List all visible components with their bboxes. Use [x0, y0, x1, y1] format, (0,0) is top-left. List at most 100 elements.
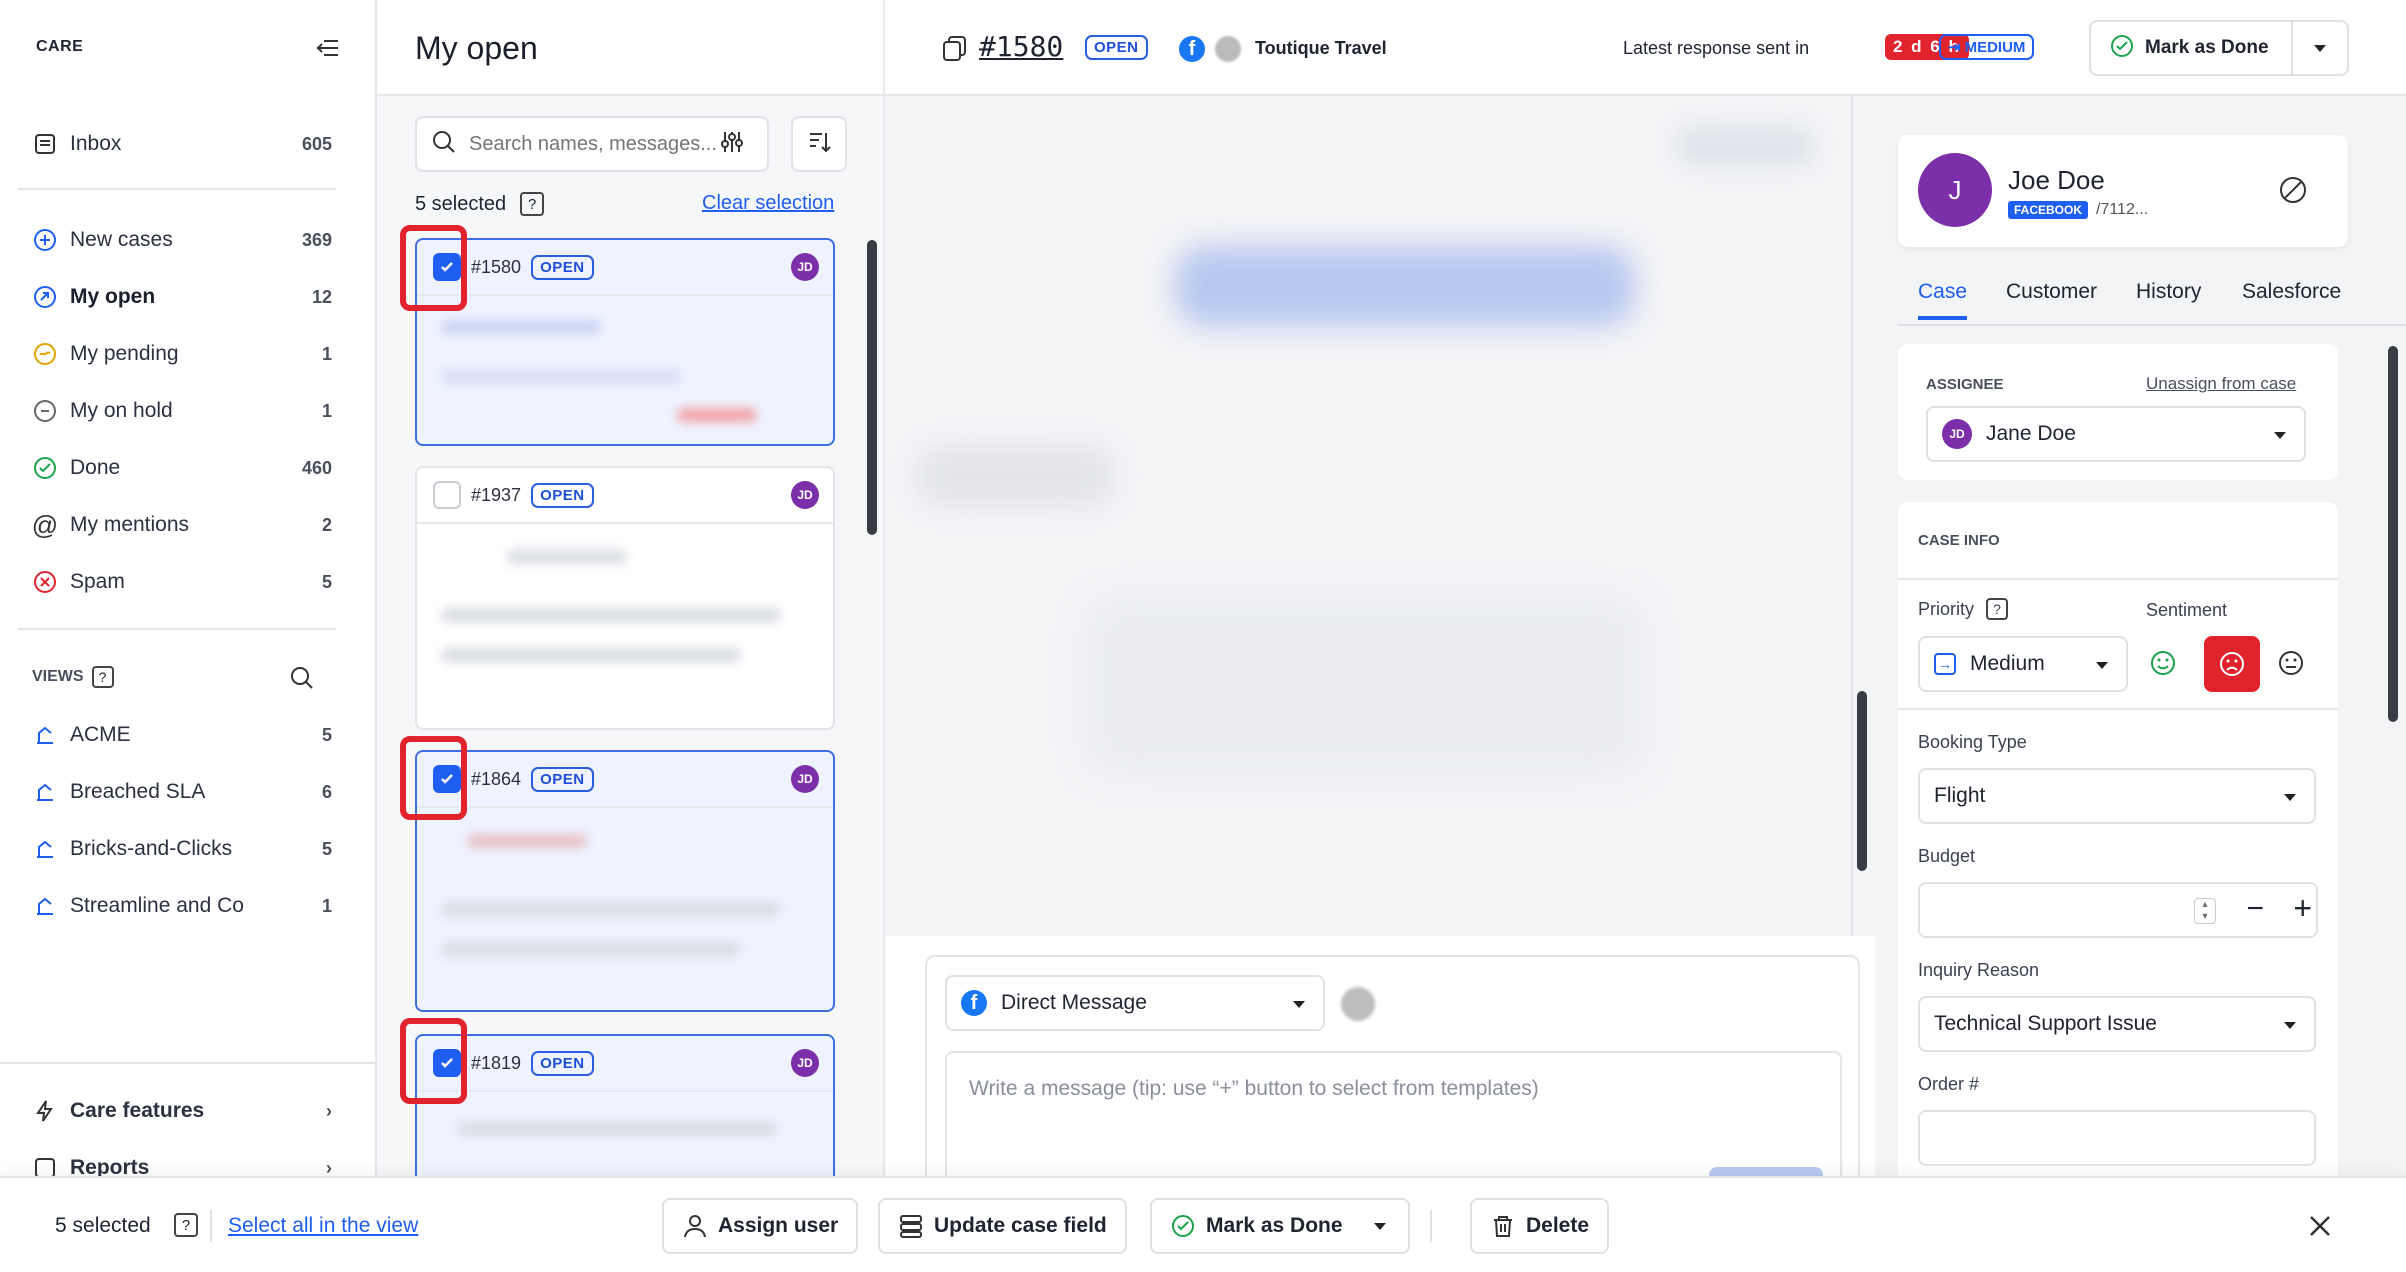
status-badge: OPEN: [531, 482, 594, 508]
view-item-bricks-and-clicks[interactable]: Bricks-and-Clicks 5: [32, 829, 332, 869]
update-case-field-button[interactable]: Update case field: [878, 1198, 1127, 1254]
help-icon[interactable]: ?: [174, 1213, 198, 1237]
sidebar-item-my-mentions[interactable]: @ My mentions 2: [32, 505, 332, 545]
arrow-right-icon: →: [1934, 653, 1956, 675]
user-icon: [682, 1213, 708, 1239]
assign-user-button[interactable]: Assign user: [662, 1198, 859, 1254]
spinner-icon[interactable]: ▴ ▾: [2194, 898, 2216, 924]
pending-icon: [32, 341, 58, 367]
negative-sentiment-button[interactable]: [2204, 636, 2260, 692]
tab-case[interactable]: Case: [1918, 280, 1968, 320]
priority-select[interactable]: → Medium: [1918, 636, 2128, 692]
bulk-mark-done-dropdown[interactable]: [1352, 1198, 1410, 1254]
mark-done-dropdown[interactable]: [2293, 44, 2347, 52]
contact-card: J Joe Doe FACEBOOK /7112...: [1898, 135, 2348, 247]
case-id[interactable]: #1580: [979, 30, 1063, 63]
case-card[interactable]: #1937 OPEN JD: [415, 466, 835, 730]
unassign-link[interactable]: Unassign from case: [2146, 374, 2296, 394]
decrement-button[interactable]: −: [2246, 892, 2264, 926]
case-card[interactable]: #1580 OPEN JD: [415, 238, 835, 446]
sidebar-item-label: New cases: [70, 228, 173, 251]
case-number: #1580: [471, 256, 522, 277]
delete-button[interactable]: Delete: [1470, 1198, 1610, 1254]
case-card[interactable]: #1819 OPEN JD: [415, 1034, 835, 1184]
help-icon[interactable]: ?: [1986, 598, 2009, 620]
priority-label: Priority?: [1918, 598, 2009, 620]
status-badge: OPEN: [1085, 35, 1148, 60]
tab-customer[interactable]: Customer: [2006, 280, 2097, 304]
contact-name: Joe Doe: [2008, 165, 2105, 195]
inquiry-reason-select[interactable]: Technical Support Issue: [1918, 996, 2316, 1052]
budget-input[interactable]: ▴ ▾ − +: [1918, 882, 2318, 938]
chevron-down-icon: [2314, 44, 2326, 52]
blurred-message: [1085, 596, 1645, 776]
mark-done-button[interactable]: Mark as Done: [2091, 22, 2293, 74]
positive-sentiment-icon[interactable]: [2148, 648, 2178, 683]
close-icon[interactable]: [2306, 1212, 2334, 1245]
channel-select[interactable]: f Direct Message: [945, 975, 1325, 1031]
view-item-streamline-and-co[interactable]: Streamline and Co 1: [32, 886, 332, 926]
chat-scrollbar[interactable]: [1857, 691, 1867, 871]
select-all-link[interactable]: Select all in the view: [228, 1214, 418, 1238]
sidebar-item-label: Spam: [70, 570, 125, 593]
list-scrollbar[interactable]: [867, 240, 877, 535]
copy-icon[interactable]: [941, 34, 969, 67]
panel-scrollbar[interactable]: [2388, 346, 2398, 722]
sidebar-item-my-open[interactable]: My open 12: [32, 277, 332, 317]
view-item-acme[interactable]: ACME 5: [32, 715, 332, 755]
collapse-sidebar-icon[interactable]: [314, 36, 340, 65]
blurred-preview: [677, 408, 757, 422]
care-features-link[interactable]: Care features ›: [32, 1091, 332, 1131]
sidebar-item-label: My mentions: [70, 513, 190, 536]
sidebar-item-count: 605: [301, 133, 332, 154]
filter-icon[interactable]: [719, 129, 745, 160]
trash-icon: [1490, 1213, 1516, 1239]
order-number-input[interactable]: [1918, 1110, 2316, 1166]
bulk-mark-done-button[interactable]: Mark as Done: [1152, 1200, 1356, 1252]
case-number: #1819: [471, 1052, 522, 1073]
increment-button[interactable]: +: [2293, 890, 2312, 927]
tab-history[interactable]: History: [2136, 280, 2201, 304]
case-list-panel: My open 5 selected ? Clear selection #15…: [377, 0, 885, 1272]
sidebar-item-spam[interactable]: Spam 5: [32, 562, 332, 602]
avatar: JD: [791, 765, 819, 793]
case-card[interactable]: #1864 OPEN JD: [415, 750, 835, 1012]
case-number: #1864: [471, 768, 522, 789]
sender-avatar[interactable]: [1341, 987, 1375, 1021]
case-card-header: #1864 OPEN JD: [417, 752, 833, 808]
search-input[interactable]: [469, 132, 719, 156]
blurred-preview: [507, 550, 627, 564]
blurred-preview: [467, 834, 587, 848]
chevron-down-icon: [2274, 432, 2286, 439]
assignee-select[interactable]: JD Jane Doe: [1926, 406, 2306, 462]
sidebar-item-done[interactable]: Done 460: [32, 448, 332, 488]
spam-icon: [32, 569, 58, 595]
assignee-name: Jane Doe: [1986, 422, 2076, 445]
clear-selection-link[interactable]: Clear selection: [702, 192, 834, 215]
sort-button[interactable]: [791, 116, 847, 172]
page-title: My open: [415, 30, 538, 66]
view-item-breached-sla[interactable]: Breached SLA 6: [32, 772, 332, 812]
message-input[interactable]: Write a message (tip: use “+” button to …: [945, 1051, 1842, 1191]
inbox-icon: [32, 131, 58, 157]
neutral-sentiment-icon[interactable]: [2276, 648, 2306, 683]
search-box: [415, 116, 769, 172]
sidebar: CARE Inbox 605 New cases 369 My open 12 …: [0, 0, 377, 1272]
list-icon: [898, 1213, 924, 1239]
check-circle-icon: [2109, 33, 2135, 64]
sidebar-item-inbox[interactable]: Inbox 605: [32, 124, 332, 164]
divider: [1430, 1210, 1432, 1242]
help-icon[interactable]: ?: [91, 666, 114, 688]
case-checkbox[interactable]: [433, 481, 461, 509]
sidebar-item-new-cases[interactable]: New cases 369: [32, 220, 332, 260]
tab-salesforce[interactable]: Salesforce: [2242, 280, 2341, 304]
sidebar-item-my-on-hold[interactable]: My on hold 1: [32, 391, 332, 431]
highlight-box: [400, 736, 467, 820]
block-icon[interactable]: [2278, 175, 2308, 210]
booking-type-select[interactable]: Flight: [1918, 768, 2316, 824]
search-views-icon[interactable]: [288, 664, 316, 697]
divider: [1898, 708, 2338, 710]
sidebar-item-my-pending[interactable]: My pending 1: [32, 334, 332, 374]
contact-handle: /7112...: [2096, 201, 2149, 218]
help-icon[interactable]: ?: [520, 192, 545, 216]
